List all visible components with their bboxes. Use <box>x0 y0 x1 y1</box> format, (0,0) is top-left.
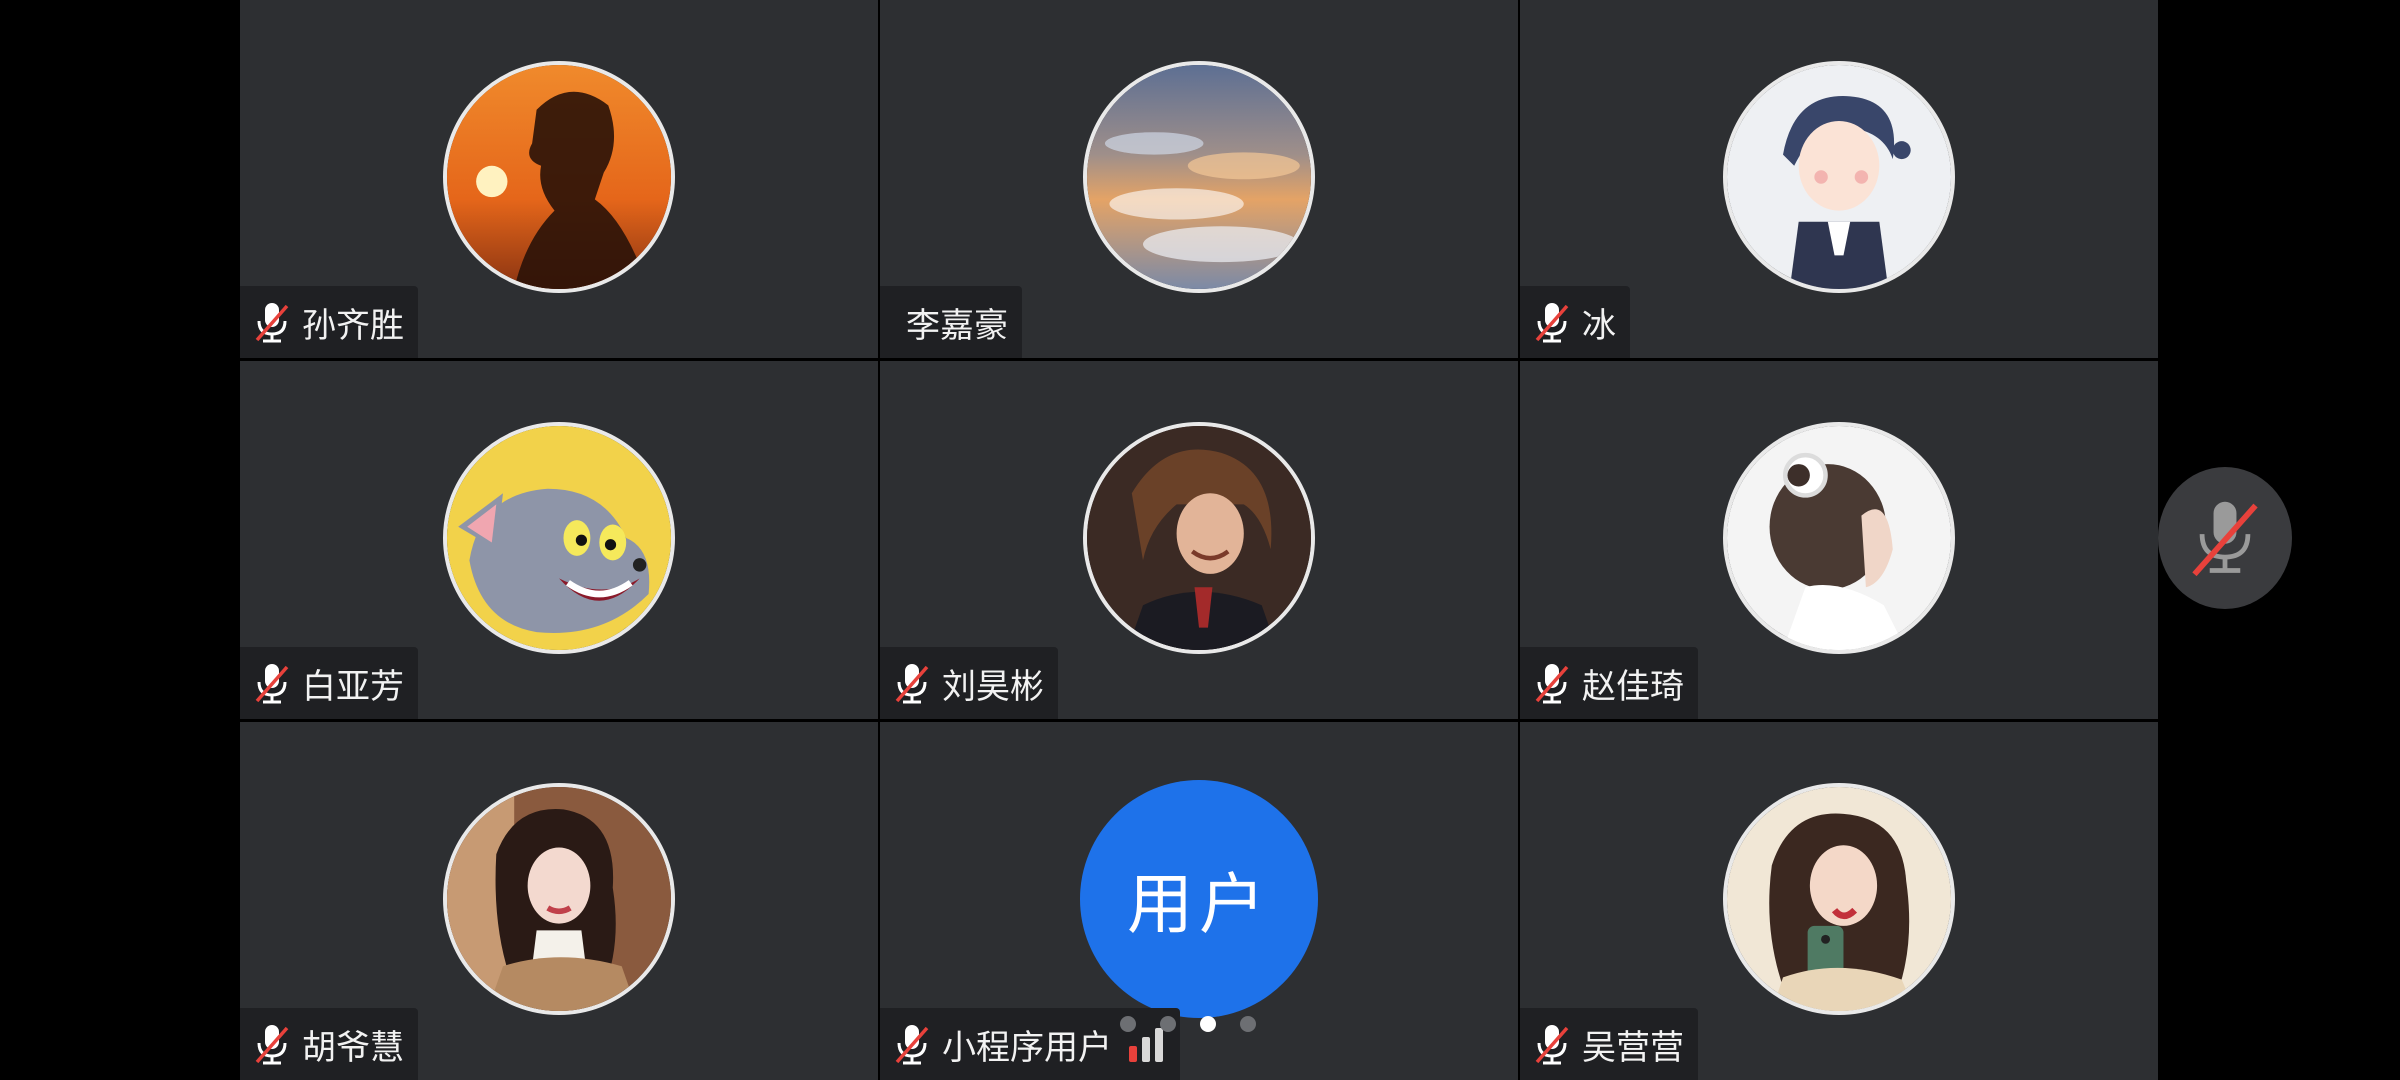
name-tag: 吴营营 <box>1520 1008 1698 1080</box>
participant-tile[interactable]: 吴营营 <box>1520 722 2158 1080</box>
name-tag: 李嘉豪 <box>880 286 1022 358</box>
participant-tile[interactable]: 冰 <box>1520 0 2158 358</box>
mic-muted-icon <box>255 1025 289 1065</box>
mic-muted-icon <box>255 303 289 343</box>
mic-muted-icon <box>895 664 929 704</box>
mic-muted-icon <box>895 1025 929 1065</box>
participant-name: 小程序用户 <box>942 1027 1112 1068</box>
participant-tile[interactable]: 刘昊彬 <box>880 361 1518 719</box>
participant-name: 孙齐胜 <box>302 305 404 346</box>
mic-toggle-button[interactable] <box>2158 467 2292 609</box>
page-dot[interactable] <box>1120 1016 1136 1032</box>
mic-muted-icon <box>2192 501 2258 577</box>
mic-muted-icon <box>1535 303 1569 343</box>
text-avatar: 用户 <box>1080 780 1318 1018</box>
name-tag: 胡爷慧 <box>240 1008 418 1080</box>
page-dot[interactable] <box>1160 1016 1176 1032</box>
mic-muted-icon <box>1535 1025 1569 1065</box>
name-tag: 冰 <box>1520 286 1630 358</box>
page-dot[interactable] <box>1240 1016 1256 1032</box>
avatar <box>1083 61 1315 293</box>
participant-tile[interactable]: 赵佳琦 <box>1520 361 2158 719</box>
participant-name: 赵佳琦 <box>1582 666 1684 707</box>
participant-tile[interactable]: 白亚芳 <box>240 361 878 719</box>
participant-tile[interactable]: 孙齐胜 <box>240 0 878 358</box>
participant-name: 胡爷慧 <box>302 1027 404 1068</box>
participant-name: 冰 <box>1582 305 1616 346</box>
avatar <box>1723 783 1955 1015</box>
name-tag: 赵佳琦 <box>1520 647 1698 719</box>
page-dot-active[interactable] <box>1200 1016 1216 1032</box>
avatar <box>1723 61 1955 293</box>
participant-tile[interactable]: 李嘉豪 <box>880 0 1518 358</box>
participant-grid: 孙齐胜 李嘉豪 冰 白亚芳 刘昊彬 赵佳琦 胡爷慧 用户 小程序用户 吴营营 <box>240 0 2160 1080</box>
participant-name: 刘昊彬 <box>942 666 1044 707</box>
participant-name: 李嘉豪 <box>906 305 1008 346</box>
name-tag: 孙齐胜 <box>240 286 418 358</box>
avatar <box>443 422 675 654</box>
avatar <box>443 783 675 1015</box>
name-tag: 白亚芳 <box>240 647 418 719</box>
mic-muted-icon <box>255 664 289 704</box>
mic-muted-icon <box>1535 664 1569 704</box>
participant-name: 吴营营 <box>1582 1027 1684 1068</box>
avatar <box>1083 422 1315 654</box>
avatar <box>443 61 675 293</box>
name-tag: 刘昊彬 <box>880 647 1058 719</box>
participant-name: 白亚芳 <box>302 666 404 707</box>
meeting-screen: 孙齐胜 李嘉豪 冰 白亚芳 刘昊彬 赵佳琦 胡爷慧 用户 小程序用户 吴营营 <box>0 0 2400 1080</box>
page-indicator[interactable] <box>1120 1016 1256 1032</box>
participant-tile[interactable]: 胡爷慧 <box>240 722 878 1080</box>
avatar <box>1723 422 1955 654</box>
